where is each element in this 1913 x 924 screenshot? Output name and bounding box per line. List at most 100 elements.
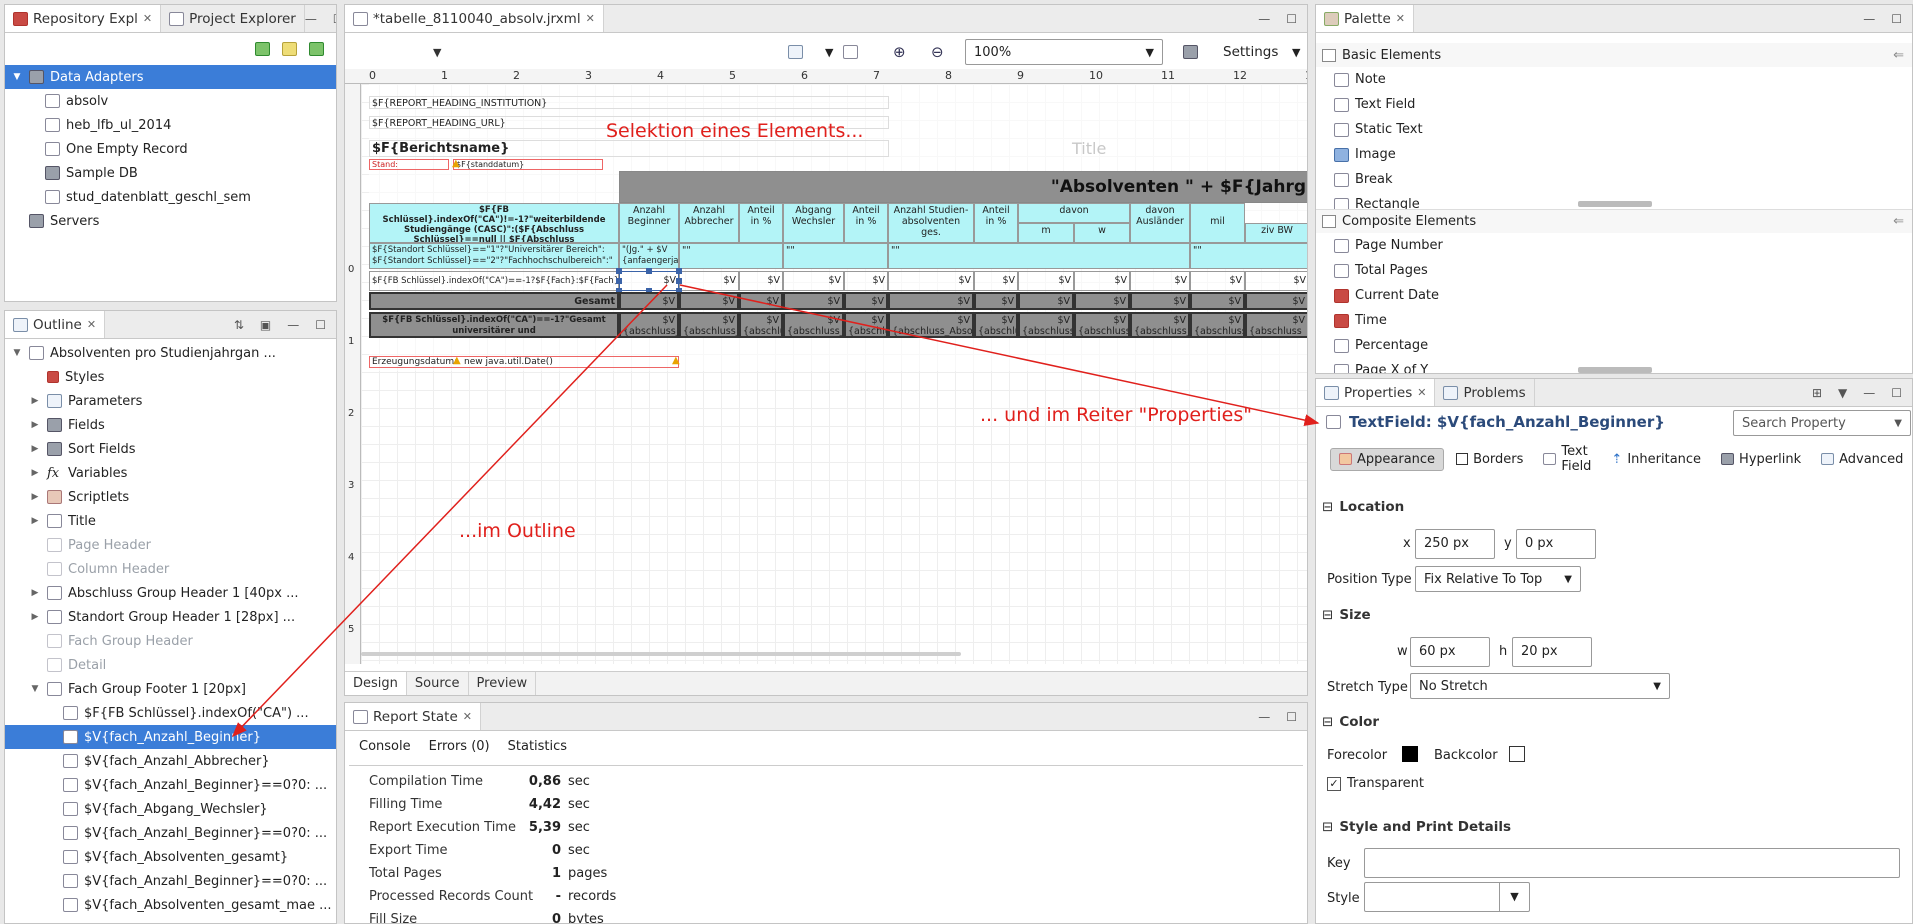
gesamt-value-cell[interactable]: $V [783,292,844,310]
add-adapter-icon[interactable] [255,42,270,56]
palette-item[interactable]: Total Pages [1316,258,1912,283]
gesamt-value-cell[interactable]: $V [1074,292,1130,310]
palette-item[interactable]: Image [1316,142,1912,167]
jahrgang-expression[interactable]: "(Jg." + $V {anfaengerja [619,243,679,269]
header-col[interactable]: Anzahl Abbrecher [679,203,739,243]
fach-value-cell[interactable]: $V [783,271,844,291]
basic-elements-header[interactable]: Basic Elements ⇐ [1316,43,1912,67]
tree-item-heb[interactable]: heb_lfb_ul_2014 [5,113,336,137]
maximize-icon[interactable]: ☐ [1891,386,1902,400]
standdatum-field[interactable]: $F{standdatum} [453,159,603,170]
outline-item[interactable]: Column Header [5,557,336,581]
tab-outline[interactable]: Outline ✕ [5,311,106,338]
dataset-dropdown[interactable]: ▼ [825,46,833,59]
gesamt-value-cell[interactable]: $V [619,292,679,310]
palette-scrollbar[interactable] [1578,201,1652,207]
footer-value-cell[interactable]: $V {abschlu [844,312,888,338]
fach-value-cell[interactable]: $V [1190,271,1245,291]
tab-inheritance[interactable]: ⇡ Inheritance [1603,449,1709,470]
preview-icon[interactable] [1183,45,1198,59]
gesamt-value-cell[interactable]: $V [888,292,974,310]
fach-value-cell[interactable]: $V [1074,271,1130,291]
outline-item[interactable]: $V{fach_Anzahl_Beginner}==0?0: ... [5,869,336,893]
expand-icon[interactable]: ▼ [11,72,23,82]
h-input[interactable]: 20 px [1512,637,1592,667]
close-icon[interactable]: ✕ [463,710,472,723]
resize-handle[interactable] [676,278,682,284]
gesamt-value-cell[interactable]: $V [844,292,888,310]
fach-value-cell[interactable]: $V [679,271,739,291]
zoom-in-icon[interactable]: ⊕ [893,43,906,61]
fach-value-cell[interactable]: $V [739,271,783,291]
outline-item[interactable]: ▶ Parameters [5,389,336,413]
minimize-icon[interactable]: — [1863,386,1875,400]
fach-value-cell[interactable]: $V [844,271,888,291]
gesamt-value-cell[interactable]: $V [1130,292,1190,310]
resize-handle[interactable] [616,268,622,274]
palette-item[interactable]: Break [1316,167,1912,192]
tab-hyperlink[interactable]: Hyperlink [1713,449,1809,470]
standort-expression[interactable]: $F{Standort Schlüssel}=="1"?"Universitär… [369,243,619,269]
palette-item[interactable]: Current Date [1316,283,1912,308]
tab-source[interactable]: Source [407,672,469,695]
outline-item-selected[interactable]: $V{fach_Anzahl_Beginner} [5,725,336,749]
outline-item[interactable]: ▼ Absolventen pro Studienjahrgan ... [5,341,336,365]
header-col[interactable]: Anteil in % [974,203,1018,243]
tree-item-sample-db[interactable]: Sample DB [5,161,336,185]
location-section[interactable]: ⊟ Location [1322,499,1404,515]
tab-repository-explorer[interactable]: Repository Expl ✕ [5,5,162,32]
minimize-icon[interactable]: — [1258,12,1270,26]
footer-value-cell[interactable]: $V {abschluss [1190,312,1245,338]
tab-errors[interactable]: Errors (0) [429,739,490,754]
fach-value-cell[interactable]: $V [974,271,1018,291]
transparent-checkbox[interactable]: ✓ Transparent [1327,776,1424,791]
style-select[interactable]: ▼ [1364,882,1530,912]
gesamt-value-cell[interactable]: $V [1245,292,1307,310]
tab-design[interactable]: Design [345,672,407,695]
close-icon[interactable]: ✕ [1417,386,1426,399]
close-icon[interactable]: ✕ [586,12,595,25]
outline-item[interactable]: $F{FB Schlüssel}.indexOf("CA") ... [5,701,336,725]
footer-value-cell[interactable]: $V {abschluss [1018,312,1074,338]
collapse-icon[interactable]: ▣ [260,318,271,332]
tree-item-stud[interactable]: stud_datenblatt_geschl_sem [5,185,336,209]
tree-item-data-adapters[interactable]: ▼ Data Adapters [5,65,336,89]
quote-field[interactable]: "" [1190,243,1307,269]
collapse-icon[interactable]: ⇐ [1893,214,1912,229]
footer-expression[interactable]: $F{FB Schlüssel}.indexOf("CA")==-1?"Gesa… [369,312,619,338]
layout-icon[interactable] [843,45,858,59]
resize-handle[interactable] [676,268,682,274]
outline-item[interactable]: ▼ Fach Group Footer 1 [20px] [5,677,336,701]
outline-item[interactable]: Styles [5,365,336,389]
outline-item[interactable]: ▶ Sort Fields [5,437,336,461]
w-input[interactable]: 60 px [1410,637,1490,667]
tab-preview[interactable]: Preview [469,672,537,695]
toolbar-dropdown[interactable]: ▼ [433,46,441,59]
gesamt-value-cell[interactable]: $V [1190,292,1245,310]
header-col[interactable]: Anteil in % [739,203,783,243]
gesamt-label[interactable]: Gesamt [369,292,619,310]
forecolor-swatch[interactable] [1402,746,1418,762]
footer-value-cell[interactable]: $V {abschluss_ [783,312,844,338]
berichtsname[interactable]: $F{Berichtsname} [369,140,889,157]
header-col[interactable]: davon Ausländer [1130,203,1190,243]
outline-item[interactable]: $V{fach_Absolventen_gesamt} [5,845,336,869]
minimize-icon[interactable]: — [1863,12,1875,26]
outline-item[interactable]: ▶ Abschluss Group Header 1 [40px ... [5,581,336,605]
search-property-input[interactable]: Search Property ▼ [1733,410,1911,436]
fach-value-cell[interactable]: $V [1018,271,1074,291]
quote-field[interactable]: "" [679,243,783,269]
outline-item[interactable]: $V{fach_Absolventen_gesamt_mae ... [5,893,336,917]
quote-field[interactable]: "" [783,243,888,269]
palette-item[interactable]: Page Number [1316,233,1912,258]
palette-item[interactable]: Static Text [1316,117,1912,142]
x-input[interactable]: 250 px [1415,529,1495,559]
maximize-icon[interactable]: ☐ [1891,12,1902,26]
gesamt-value-cell[interactable]: $V [1018,292,1074,310]
tab-problems[interactable]: Problems [1435,379,1535,406]
tab-palette[interactable]: Palette ✕ [1316,5,1414,32]
close-icon[interactable]: ✕ [87,318,96,331]
tab-project-explorer[interactable]: Project Explorer [161,5,305,32]
resize-handle[interactable] [616,278,622,284]
outline-item[interactable]: Page Header [5,533,336,557]
